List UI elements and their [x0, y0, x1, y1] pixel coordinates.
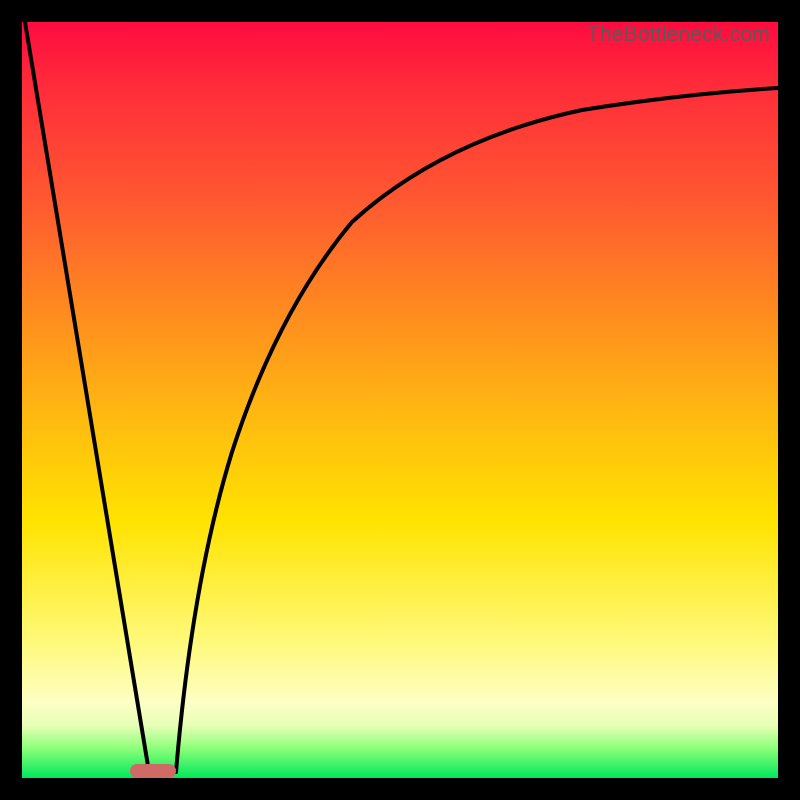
curve-left-linear: [25, 22, 149, 772]
bottleneck-curve: [22, 22, 778, 778]
plot-area: TheBottleneck.com: [22, 22, 778, 778]
optimal-marker: [130, 764, 176, 778]
curve-right-saturating: [176, 88, 778, 772]
chart-frame: TheBottleneck.com: [0, 0, 800, 800]
